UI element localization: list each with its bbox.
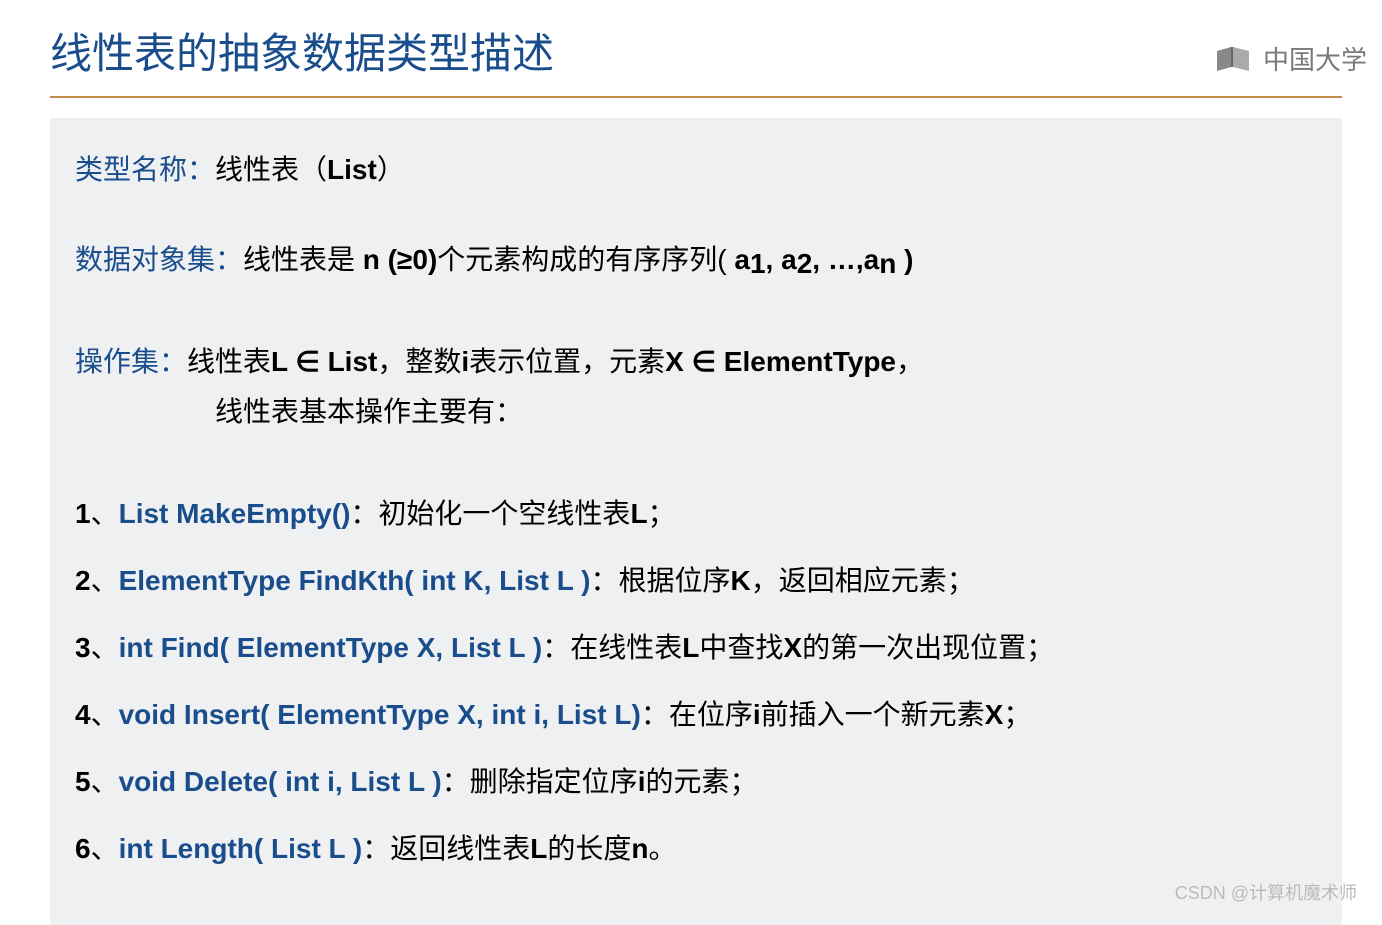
os-p7: ，: [896, 346, 924, 377]
op5-d2: 的元素；: [645, 766, 757, 797]
op5-d1: ：删除指定位序: [442, 766, 638, 797]
op3-sep: 、: [91, 632, 119, 663]
op2-sep: 、: [91, 565, 119, 596]
data-object-c2: , …,: [812, 244, 863, 275]
op6-b2: n: [631, 833, 648, 864]
operation-3: 3、int Find( ElementType X, List L )：在线性表…: [75, 627, 1317, 669]
op5-sep: 、: [91, 766, 119, 797]
op1-b1: L: [630, 498, 647, 529]
operation-6: 6、int Length( List L )：返回线性表L的长度n。: [75, 828, 1317, 870]
os-p6: X ∈ ElementType: [665, 346, 896, 377]
os-p4: i: [461, 346, 469, 377]
op3-d1: ：在线性表: [542, 632, 682, 663]
op2-d1: ：根据位序: [590, 565, 730, 596]
op4-num: 4: [75, 699, 91, 730]
data-object-part4: ): [896, 244, 913, 275]
op3-num: 3: [75, 632, 91, 663]
data-object-part1: 线性表是: [243, 244, 363, 275]
operation-set-section: 操作集：线性表L ∈ List，整数i表示位置，元素X ∈ ElementTyp…: [75, 337, 1317, 438]
op2-code: ElementType FindKth( int K, List L ): [119, 565, 591, 596]
operation-2: 2、ElementType FindKth( int K, List L )：根…: [75, 560, 1317, 602]
op5-code: void Delete( int i, List L ): [119, 766, 442, 797]
op2-b1: K: [730, 565, 750, 596]
data-object-a2: a: [781, 244, 797, 275]
data-object-a1: a: [734, 244, 750, 275]
page-title: 线性表的抽象数据类型描述: [50, 20, 1342, 98]
op3-b2: X: [783, 632, 802, 663]
op4-d3: ；: [1003, 699, 1031, 730]
op6-code: int Length( List L ): [119, 833, 363, 864]
os-p2: L ∈ List: [271, 346, 377, 377]
op2-d2: ，返回相应元素；: [751, 565, 975, 596]
op1-d1: ：初始化一个空线性表: [350, 498, 630, 529]
op4-b1: i: [753, 699, 761, 730]
data-object-part3: 个元素构成的有序序列(: [437, 244, 734, 275]
op4-d1: ：在位序: [641, 699, 753, 730]
op6-d3: 。: [649, 833, 677, 864]
type-name-section: 类型名称：线性表（List）: [75, 148, 1317, 188]
operation-set-label: 操作集：: [75, 346, 187, 377]
op1-sep: 、: [91, 498, 119, 529]
op4-b2: X: [985, 699, 1004, 730]
op3-code: int Find( ElementType X, List L ): [119, 632, 543, 663]
operation-5: 5、void Delete( int i, List L )：删除指定位序i的元…: [75, 761, 1317, 803]
header: 线性表的抽象数据类型描述 中国大学: [0, 0, 1382, 98]
type-name-suffix: ）: [377, 154, 405, 185]
op2-num: 2: [75, 565, 91, 596]
op6-num: 6: [75, 833, 91, 864]
op3-b1: L: [682, 632, 699, 663]
op4-d2: 前插入一个新元素: [761, 699, 985, 730]
op1-d2: ；: [648, 498, 676, 529]
logo: 中国大学: [1215, 40, 1367, 77]
op4-code: void Insert( ElementType X, int i, List …: [119, 699, 641, 730]
os-p5: 表示位置，元素: [469, 346, 665, 377]
content-box: 类型名称：线性表（List） 数据对象集：线性表是 n (≥0)个元素构成的有序…: [50, 118, 1342, 925]
op3-d3: 的第一次出现位置；: [802, 632, 1054, 663]
op6-d1: ：返回线性表: [362, 833, 530, 864]
op5-num: 5: [75, 766, 91, 797]
type-name-prefix: 线性表（: [215, 154, 327, 185]
operation-1: 1、List MakeEmpty()：初始化一个空线性表L；: [75, 493, 1317, 535]
logo-text: 中国大学: [1263, 40, 1367, 77]
op3-d2: 中查找: [699, 632, 783, 663]
os-p1: 线性表: [187, 346, 271, 377]
data-object-sub1: 1: [750, 248, 766, 279]
op1-code: List MakeEmpty(): [119, 498, 351, 529]
data-object-label: 数据对象集：: [75, 244, 243, 275]
type-name-bold: List: [327, 154, 377, 185]
data-object-subn: n: [879, 248, 896, 279]
book-icon: [1215, 45, 1255, 73]
watermark: CSDN @计算机魔术师: [1175, 879, 1357, 905]
type-name-label: 类型名称：: [75, 154, 215, 185]
op6-b1: L: [530, 833, 547, 864]
data-object-section: 数据对象集：线性表是 n (≥0)个元素构成的有序序列( a1, a2, …,a…: [75, 238, 1317, 287]
op6-d2: 的长度: [547, 833, 631, 864]
op4-sep: 、: [91, 699, 119, 730]
os-line2: 线性表基本操作主要有：: [75, 387, 523, 437]
data-object-n: n (≥0): [363, 244, 437, 275]
data-object-sub2: 2: [797, 248, 813, 279]
op6-sep: 、: [91, 833, 119, 864]
data-object-an: a: [864, 244, 880, 275]
operation-4: 4、void Insert( ElementType X, int i, Lis…: [75, 694, 1317, 736]
op1-num: 1: [75, 498, 91, 529]
os-p3: ，整数: [377, 346, 461, 377]
data-object-c1: ,: [766, 244, 782, 275]
